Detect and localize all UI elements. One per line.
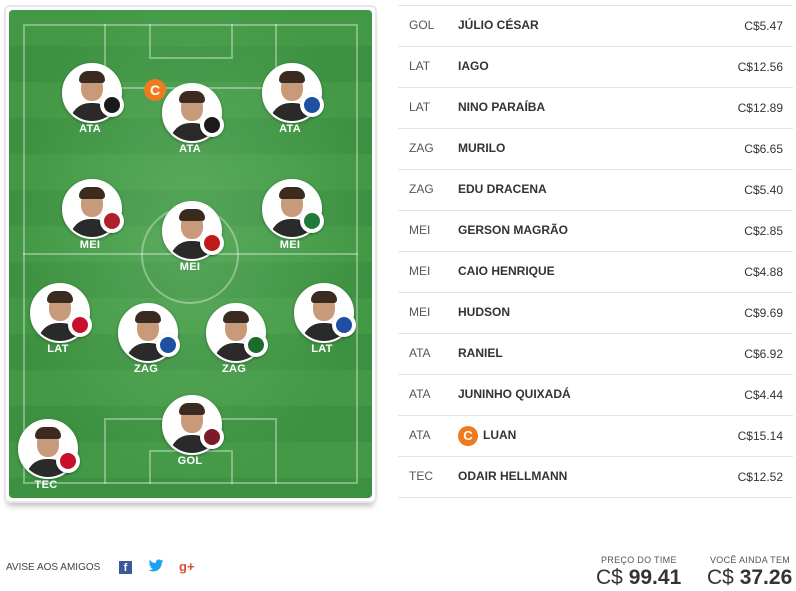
row-player-name: LUAN — [483, 428, 517, 442]
top-goal-box — [149, 24, 233, 59]
row-price: C$9.69 — [744, 306, 783, 320]
row-price: C$4.44 — [744, 388, 783, 402]
row-player-name: NINO PARAÍBA — [458, 100, 546, 114]
team-price-amount: 99.41 — [628, 566, 682, 589]
table-row[interactable]: ZAG EDU DRACENA C$5.40 — [398, 170, 793, 211]
row-price: C$12.89 — [737, 101, 783, 115]
row-player-name: MURILO — [458, 141, 506, 155]
club-crest-icon — [300, 93, 324, 117]
table-row[interactable]: ZAG MURILO C$6.65 — [398, 129, 793, 170]
table-row[interactable]: MEI HUDSON C$9.69 — [398, 293, 793, 334]
row-position: ATA — [409, 387, 431, 401]
table-row[interactable]: MEI CAIO HENRIQUE C$4.88 — [398, 252, 793, 293]
player-position-label: MEI — [279, 239, 301, 251]
row-position: MEI — [409, 223, 431, 237]
row-price: C$12.56 — [737, 60, 783, 74]
remaining-label: VOCÊ AINDA TEM — [710, 555, 791, 565]
row-player-name: RANIEL — [458, 346, 503, 360]
table-row[interactable]: ATA C LUAN C$15.14 — [398, 416, 793, 457]
row-position: GOL — [409, 18, 435, 32]
row-player-name: EDU DRACENA — [458, 182, 547, 196]
facebook-icon[interactable]: f — [119, 561, 132, 574]
row-player-name: GERSON MAGRÃO — [458, 223, 569, 237]
club-crest-icon — [100, 209, 124, 233]
player-position-label: GOL — [177, 455, 203, 467]
player-position-label: MEI — [179, 261, 201, 273]
row-price: C$4.88 — [744, 265, 783, 279]
share-label: AVISE AOS AMIGOS — [6, 562, 101, 573]
remaining-amount: 37.26 — [739, 566, 793, 589]
row-position: ZAG — [409, 141, 434, 155]
table-row[interactable]: TEC ODAIR HELLMANN C$12.52 — [398, 457, 793, 498]
row-price: C$5.47 — [744, 19, 783, 33]
player-position-label: ATA — [279, 123, 301, 135]
table-row[interactable]: MEI GERSON MAGRÃO C$2.85 — [398, 211, 793, 252]
club-crest-icon — [68, 313, 92, 337]
row-price: C$12.52 — [737, 470, 783, 484]
row-player-name: IAGO — [458, 59, 489, 73]
remaining-currency: C$ — [707, 566, 734, 589]
row-player-name: ODAIR HELLMANN — [458, 469, 568, 483]
player-position-label: ZAG — [221, 363, 247, 375]
player-position-label: TEC — [34, 479, 58, 491]
club-crest-icon — [300, 209, 324, 233]
team-price-currency: C$ — [596, 566, 623, 589]
table-row[interactable]: LAT NINO PARAÍBA C$12.89 — [398, 88, 793, 129]
row-player-name: JÚLIO CÉSAR — [458, 18, 539, 32]
row-price: C$6.65 — [744, 142, 783, 156]
row-price: C$2.85 — [744, 224, 783, 238]
club-crest-icon — [156, 333, 180, 357]
club-crest-icon — [100, 93, 124, 117]
player-position-label: ATA — [179, 143, 201, 155]
row-player-name: CAIO HENRIQUE — [458, 264, 555, 278]
player-position-label: ATA — [79, 123, 101, 135]
team-price-label: PREÇO DO TIME — [601, 555, 677, 565]
table-row[interactable]: ATA JUNINHO QUIXADÁ C$4.44 — [398, 375, 793, 416]
row-player-name: HUDSON — [458, 305, 511, 319]
club-crest-icon — [244, 333, 268, 357]
row-position: MEI — [409, 305, 431, 319]
club-crest-icon — [332, 313, 356, 337]
player-position-label: LAT — [311, 343, 333, 355]
row-position: LAT — [409, 59, 431, 73]
row-player-name: JUNINHO QUIXADÁ — [458, 387, 571, 401]
row-position: LAT — [409, 100, 431, 114]
club-crest-icon — [56, 449, 80, 473]
google-plus-icon[interactable]: g+ — [179, 559, 195, 574]
player-position-label: MEI — [79, 239, 101, 251]
remaining-value: C$ 37.26 — [707, 566, 792, 590]
club-crest-icon — [200, 231, 224, 255]
row-position: MEI — [409, 264, 431, 278]
row-position: ATA — [409, 428, 431, 442]
row-position: ZAG — [409, 182, 434, 196]
lineup-table: GOL JÚLIO CÉSAR C$5.47 LAT IAGO C$12.56 LAT NIN… — [398, 5, 793, 498]
row-position: TEC — [409, 469, 433, 483]
row-position: ATA — [409, 346, 431, 360]
club-crest-icon — [200, 425, 224, 449]
player-position-label: LAT — [47, 343, 69, 355]
table-row[interactable]: LAT IAGO C$12.56 — [398, 47, 793, 88]
table-row[interactable]: ATA RANIEL C$6.92 — [398, 334, 793, 375]
player-position-label: ZAG — [133, 363, 159, 375]
club-crest-icon — [200, 113, 224, 137]
captain-badge-icon: C — [144, 79, 166, 101]
row-price: C$15.14 — [737, 429, 783, 443]
row-price: C$5.40 — [744, 183, 783, 197]
row-price: C$6.92 — [744, 347, 783, 361]
lineup-field-card: ATA ATA C ATA MEI MEI MEI LAT ZAG ZAG LAT… — [4, 5, 377, 503]
team-price-value: C$ 99.41 — [596, 566, 681, 590]
table-row[interactable]: GOL JÚLIO CÉSAR C$5.47 — [398, 6, 793, 47]
captain-badge-icon: C — [458, 426, 478, 446]
twitter-icon[interactable] — [148, 559, 164, 577]
